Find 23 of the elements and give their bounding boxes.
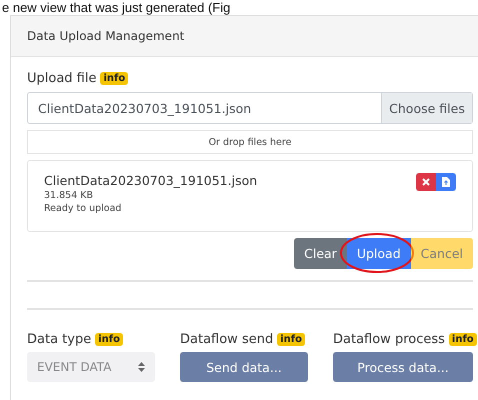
remove-button[interactable] — [416, 173, 436, 191]
sort-caret-icon — [138, 362, 145, 372]
info-badge: info — [277, 333, 305, 346]
document-text: e new view that was just generated (Fig — [1, 0, 232, 15]
dataflow-button[interactable]: Process data... — [333, 352, 473, 382]
close-icon — [422, 178, 430, 186]
info-badge: info — [448, 333, 477, 346]
action-button[interactable]: Clear — [294, 238, 347, 269]
field-label: Dataflow send — [180, 332, 274, 347]
field-label: Data type — [27, 332, 92, 347]
action-button[interactable]: Upload — [346, 238, 411, 269]
file-icon — [442, 177, 450, 187]
field-label: Dataflow process — [333, 332, 445, 347]
file-name: ClientData20230703_191051.json — [44, 173, 258, 188]
upload-file-button[interactable] — [436, 173, 456, 191]
info-badge: info — [100, 72, 128, 85]
file-status: Ready to upload — [44, 203, 122, 214]
file-size: 31.854 KB — [44, 190, 94, 201]
info-badge: info — [95, 333, 123, 346]
field-label: Upload file — [27, 71, 96, 86]
drop-zone[interactable]: Or drop files here — [27, 130, 473, 154]
panel-title: Data Upload Management — [11, 16, 478, 57]
dataflow-button[interactable]: Send data... — [180, 352, 308, 382]
